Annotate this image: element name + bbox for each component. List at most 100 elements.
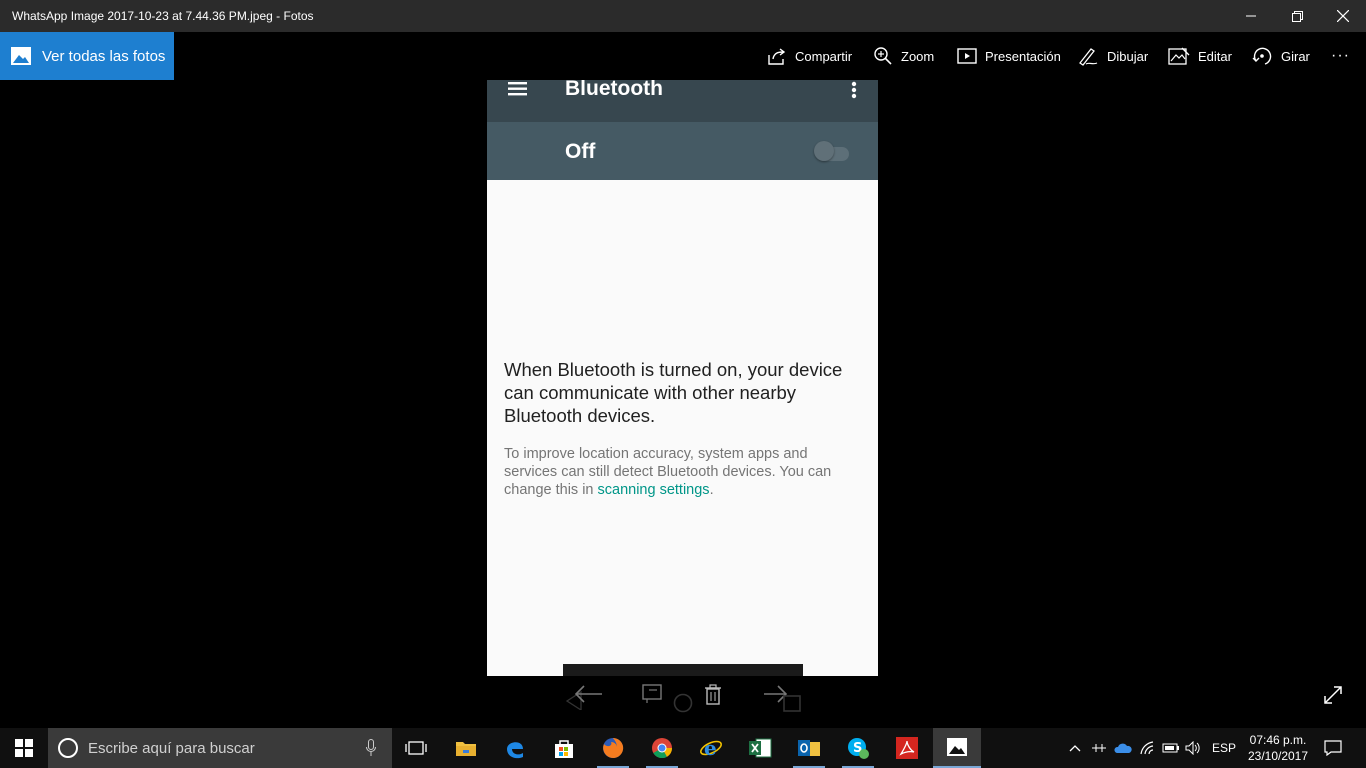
chrome-icon [652, 738, 673, 759]
taskbar-firefox[interactable] [589, 728, 637, 768]
taskbar-outlook[interactable] [785, 728, 833, 768]
draw-button[interactable]: Dibujar [1077, 32, 1148, 80]
window-title: WhatsApp Image 2017-10-23 at 7.44.36 PM.… [12, 9, 314, 23]
excel-icon [749, 738, 772, 758]
taskbar-search-box[interactable]: Escribe aquí para buscar [48, 728, 392, 768]
taskbar-file-explorer[interactable] [442, 728, 490, 768]
overflow-menu-icon [851, 81, 857, 99]
edit-label: Editar [1198, 48, 1232, 64]
bluetooth-scanning-message: To improve location accuracy, system app… [504, 445, 864, 499]
file-explorer-icon [456, 742, 476, 756]
minimize-icon [1246, 15, 1256, 17]
title-bar: WhatsApp Image 2017-10-23 at 7.44.36 PM.… [0, 0, 1366, 32]
slideshow-icon [957, 48, 977, 64]
scanning-message-period: . [709, 482, 714, 498]
wifi-icon [1140, 741, 1154, 755]
next-photo-icon[interactable] [762, 684, 804, 714]
show-hidden-icons-button[interactable] [1064, 728, 1086, 768]
menu-icon [508, 82, 527, 96]
network-share-icon [1092, 744, 1106, 752]
clock-time: 07:46 p.m. [1249, 733, 1307, 747]
more-options-button[interactable]: ··· [1331, 32, 1350, 80]
app-bar-title: Bluetooth [565, 80, 663, 100]
share-button[interactable]: Compartir [767, 32, 852, 80]
clock-date: 23/10/2017 [1247, 749, 1309, 763]
delete-icon[interactable] [703, 684, 723, 706]
restore-button[interactable] [1274, 0, 1320, 32]
tray-battery[interactable] [1160, 728, 1182, 768]
task-view-icon [405, 741, 427, 755]
minimize-button[interactable] [1228, 0, 1274, 32]
fullscreen-icon[interactable] [1322, 684, 1344, 706]
taskbar-internet-explorer[interactable]: e [687, 728, 735, 768]
store-icon [555, 740, 573, 758]
notifications-icon [1324, 740, 1342, 756]
android-app-bar: Bluetooth [487, 80, 878, 118]
previous-photo-icon[interactable] [564, 684, 604, 710]
pen-icon [1079, 48, 1098, 66]
tray-network-share[interactable] [1088, 728, 1110, 768]
slideshow-label: Presentación [985, 48, 1061, 64]
microphone-icon[interactable] [366, 739, 376, 757]
photos-toolbar: Ver todas las fotos Compartir Zoom Prese… [0, 32, 1366, 80]
more-icon: ··· [1331, 47, 1350, 64]
edge-icon [507, 742, 523, 759]
photos-app-icon [947, 738, 967, 756]
photos-icon [11, 47, 31, 65]
edit-image-icon [1168, 47, 1190, 65]
taskbar-store[interactable] [540, 728, 588, 768]
android-nav-bar [563, 664, 803, 676]
zoom-button[interactable]: Zoom [873, 32, 934, 80]
rotate-button[interactable]: Girar [1251, 32, 1310, 80]
rotate-icon [1252, 47, 1272, 65]
slideshow-button[interactable]: Presentación [957, 32, 1061, 80]
zoom-label: Zoom [901, 48, 935, 64]
start-button[interactable] [0, 728, 48, 768]
search-placeholder: Escribe aquí para buscar [88, 739, 255, 757]
taskbar-clock[interactable]: 07:46 p.m. 23/10/2017 [1240, 732, 1316, 764]
draw-label: Dibujar [1107, 48, 1149, 64]
task-view-button[interactable] [392, 728, 440, 768]
volume-icon [1185, 741, 1200, 755]
close-button[interactable] [1320, 0, 1366, 32]
battery-icon [1162, 743, 1179, 753]
share-label: Compartir [795, 48, 853, 64]
close-icon [1337, 10, 1349, 22]
svg-text:e: e [704, 736, 717, 760]
bluetooth-toggle-thumb[interactable] [814, 141, 834, 161]
switch-state-label: Off [565, 140, 596, 163]
taskbar-acrobat[interactable] [883, 728, 931, 768]
bluetooth-switch-bar: Off [487, 118, 878, 180]
onedrive-icon [1114, 743, 1132, 753]
slideshow-small-icon[interactable] [641, 684, 665, 704]
image-viewer: Bluetooth Off When Bluetooth is turned o… [0, 80, 1366, 728]
phone-screenshot: Bluetooth Off When Bluetooth is turned o… [487, 80, 878, 676]
chevron-up-icon [1069, 745, 1081, 752]
all-photos-label: Ver todas las fotos [42, 47, 166, 65]
acrobat-icon [896, 737, 918, 759]
edit-button[interactable]: Editar [1168, 32, 1232, 80]
action-center-button[interactable] [1320, 728, 1346, 768]
windows-logo-icon [15, 739, 33, 757]
taskbar-skype[interactable]: S [834, 728, 882, 768]
zoom-icon [874, 47, 892, 65]
taskbar-chrome[interactable] [638, 728, 686, 768]
skype-icon: S [848, 738, 869, 759]
taskbar-edge[interactable] [491, 728, 539, 768]
tray-onedrive[interactable] [1112, 728, 1134, 768]
home-circle-icon [673, 693, 693, 713]
tray-wifi[interactable] [1137, 728, 1159, 768]
scanning-settings-link[interactable]: scanning settings [598, 482, 710, 498]
tray-volume[interactable] [1183, 728, 1205, 768]
windows-taskbar: Escribe aquí para buscar e S ESP 07:46 p… [0, 728, 1366, 768]
share-icon [768, 48, 786, 65]
all-photos-button[interactable]: Ver todas las fotos [0, 32, 174, 80]
tray-language[interactable]: ESP [1208, 728, 1240, 768]
internet-explorer-icon: e [700, 736, 722, 760]
cortana-icon [58, 738, 78, 758]
taskbar-photos[interactable] [933, 728, 981, 768]
firefox-icon [603, 737, 624, 758]
taskbar-excel[interactable] [736, 728, 784, 768]
outlook-icon [798, 740, 820, 756]
restore-icon [1291, 10, 1303, 22]
